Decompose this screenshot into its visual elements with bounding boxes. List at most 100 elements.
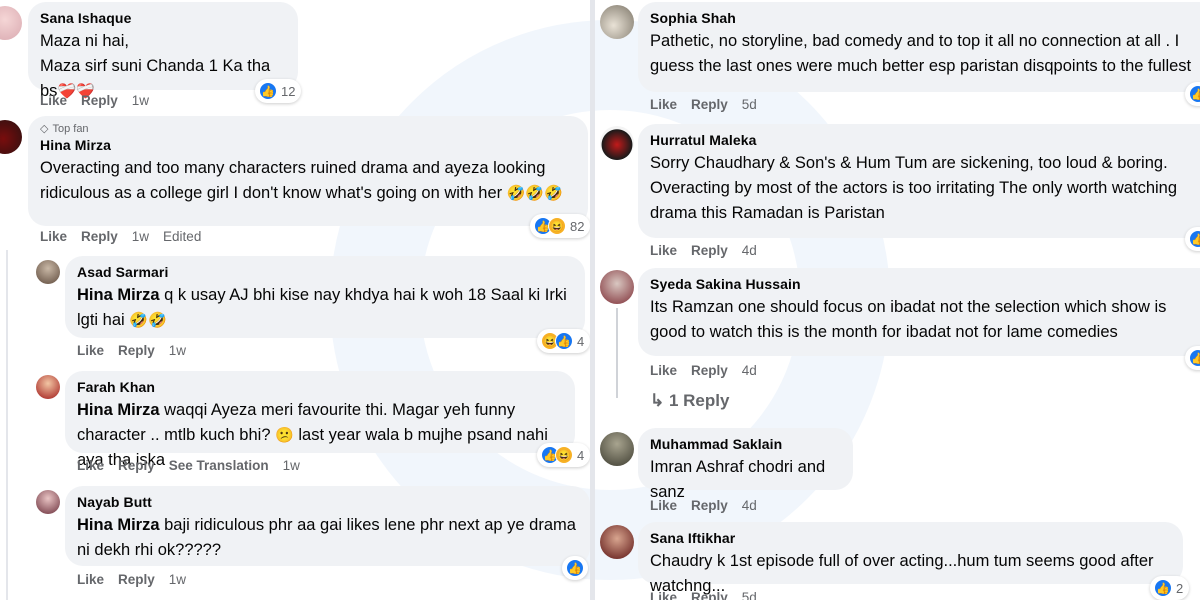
like-button[interactable]: Like (650, 97, 677, 112)
comment-author[interactable]: Nayab Butt (77, 494, 578, 510)
like-button[interactable]: Like (77, 343, 104, 358)
comment-text: Hina Mirza q k usay AJ bhi kise nay khdy… (77, 283, 573, 333)
timestamp[interactable]: 4d (742, 243, 757, 258)
avatar[interactable] (600, 525, 634, 559)
like-button[interactable]: Like (650, 498, 677, 513)
like-button[interactable]: Like (40, 229, 67, 244)
comment-author[interactable]: Sana Iftikhar (650, 530, 1171, 546)
reply-button[interactable]: Reply (691, 498, 728, 513)
reply-button[interactable]: Reply (81, 93, 118, 108)
comment-author[interactable]: Muhammad Saklain (650, 436, 841, 452)
comment-bubble: Sophia Shah Pathetic, no storyline, bad … (638, 2, 1200, 92)
reply-button[interactable]: Reply (118, 343, 155, 358)
reaction-count: 82 (570, 218, 585, 234)
like-icon: 👍 (259, 82, 277, 100)
comment-bubble: Farah Khan Hina Mirza waqqi Ayeza meri f… (65, 371, 575, 469)
avatar[interactable] (0, 6, 22, 40)
reply-button[interactable]: Reply (118, 458, 155, 473)
timestamp[interactable]: 1w (169, 343, 186, 358)
haha-icon: 😆 (548, 217, 566, 235)
timestamp[interactable]: 5d (742, 97, 757, 112)
reaction-summary[interactable]: 😆 👍 4 (537, 329, 590, 353)
comment-bubble: Hurratul Maleka Sorry Chaudhary & Son's … (638, 124, 1200, 238)
like-button[interactable]: Like (650, 243, 677, 258)
comment-actions: Like Reply 1w (40, 93, 149, 108)
avatar[interactable] (36, 260, 60, 284)
mention-link[interactable]: Hina Mirza (77, 401, 160, 419)
reaction-count: 2 (1176, 580, 1184, 596)
reaction-count: 12 (281, 83, 296, 99)
reply-button[interactable]: Reply (81, 229, 118, 244)
like-icon: 👍 (555, 332, 573, 350)
timestamp[interactable]: 1w (283, 458, 300, 473)
comment-author[interactable]: Sophia Shah (650, 10, 1200, 26)
comment-text: Hina Mirza baji ridiculous phr aa gai li… (77, 513, 578, 563)
timestamp[interactable]: 4d (742, 498, 757, 513)
avatar[interactable] (600, 5, 634, 39)
comment-bubble: ◇ Top fan Hina Mirza Overacting and too … (28, 116, 588, 226)
like-icon: 👍 (1189, 349, 1200, 367)
avatar[interactable] (600, 270, 634, 304)
comment-actions: Like Reply 1w Edited (40, 229, 201, 244)
reaction-count: 4 (577, 333, 585, 349)
comment-actions: Like Reply 4d (650, 363, 757, 378)
comment-bubble: Sana Ishaque Maza ni hai, Maza sirf suni… (28, 2, 298, 100)
avatar[interactable] (600, 126, 634, 160)
comment-actions: Like Reply 1w (77, 572, 186, 587)
avatar[interactable] (600, 432, 634, 466)
reaction-count: 4 (577, 447, 585, 463)
reaction-summary[interactable]: 👍 (1185, 82, 1200, 106)
comment-bubble: Asad Sarmari Hina Mirza q k usay AJ bhi … (65, 256, 585, 338)
reply-button[interactable]: Reply (118, 572, 155, 587)
comment-author[interactable]: Hina Mirza (40, 137, 576, 153)
mention-link[interactable]: Hina Mirza (77, 286, 160, 304)
like-button[interactable]: Like (650, 363, 677, 378)
avatar[interactable] (36, 490, 60, 514)
comment-bubble: Nayab Butt Hina Mirza baji ridiculous ph… (65, 486, 590, 566)
reply-thread-line (6, 250, 8, 600)
mention-link[interactable]: Hina Mirza (77, 516, 160, 534)
reply-button[interactable]: Reply (691, 363, 728, 378)
reply-button[interactable]: Reply (691, 97, 728, 112)
comment-text: Overacting and too many characters ruine… (40, 156, 576, 206)
reaction-summary[interactable]: 👍 (562, 556, 588, 580)
reaction-summary[interactable]: 👍 😆 82 (530, 214, 590, 238)
comment-text: Sorry Chaudhary & Son's & Hum Tum are si… (650, 154, 1178, 222)
reaction-summary[interactable]: 👍 (1185, 346, 1200, 370)
comment-author[interactable]: Hurratul Maleka (650, 132, 1200, 148)
like-icon: 👍 (1154, 579, 1172, 597)
comment-bubble: Muhammad Saklain Imran Ashraf chodri and… (638, 428, 853, 501)
timestamp[interactable]: 4d (742, 363, 757, 378)
reaction-summary[interactable]: 👍 2 (1150, 576, 1190, 600)
reply-button[interactable]: Reply (691, 243, 728, 258)
comment-author[interactable]: Farah Khan (77, 379, 563, 395)
reaction-summary[interactable]: 👍 (1185, 227, 1200, 251)
like-button[interactable]: Like (40, 93, 67, 108)
haha-icon: 😆 (555, 446, 573, 464)
reaction-summary[interactable]: 👍 😆 4 (537, 443, 590, 467)
see-translation-link[interactable]: See Translation (169, 458, 269, 473)
edited-label: Edited (163, 229, 202, 244)
reaction-summary[interactable]: 👍 12 (255, 79, 302, 103)
timestamp[interactable]: 1w (169, 572, 186, 587)
comment-author[interactable]: Syeda Sakina Hussain (650, 276, 1200, 292)
comment-author[interactable]: Asad Sarmari (77, 264, 573, 280)
like-button[interactable]: Like (77, 572, 104, 587)
reply-button[interactable]: Reply (691, 590, 728, 600)
comment-bubble: Sana Iftikhar Chaudry k 1st episode full… (638, 522, 1183, 595)
view-replies-link[interactable]: ↳ 1 Reply (650, 391, 729, 411)
comment-text-body: Overacting and too many characters ruine… (40, 159, 546, 202)
comment-actions: Like Reply 1w (77, 343, 186, 358)
comment-actions: Like Reply See Translation 1w (77, 458, 300, 473)
timestamp[interactable]: 1w (132, 93, 149, 108)
comment-author[interactable]: Sana Ishaque (40, 10, 286, 26)
like-icon: 👍 (566, 559, 584, 577)
avatar[interactable] (0, 120, 22, 154)
timestamp[interactable]: 1w (132, 229, 149, 244)
comment-text-line: Maza ni hai, (40, 32, 129, 50)
timestamp[interactable]: 5d (742, 590, 757, 600)
confused-emoji-icon: 😕 (275, 427, 294, 444)
avatar[interactable] (36, 375, 60, 399)
like-button[interactable]: Like (650, 590, 677, 600)
like-button[interactable]: Like (77, 458, 104, 473)
